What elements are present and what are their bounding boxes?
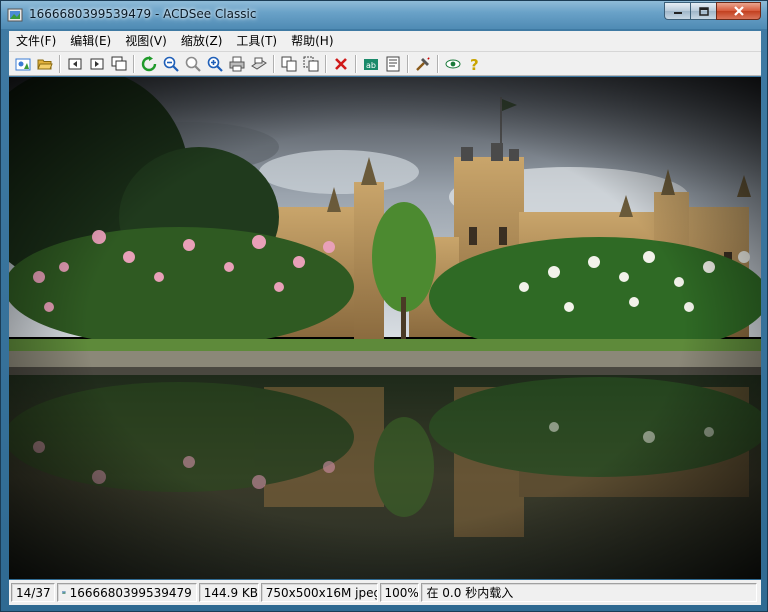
status-load-time: 在 0.0 秒内载入	[421, 583, 757, 602]
close-button[interactable]	[716, 2, 761, 20]
status-position: 14/37	[11, 583, 55, 602]
minimize-button[interactable]	[664, 2, 690, 20]
toolbar-separator	[437, 54, 439, 73]
toolbar-separator	[133, 54, 135, 73]
tools-icon	[416, 56, 430, 71]
rename-icon: ab	[364, 58, 378, 70]
maximize-button[interactable]	[690, 2, 716, 20]
minimize-icon	[673, 12, 682, 14]
zoom-out-icon	[163, 56, 179, 72]
menu-file[interactable]: 文件(F)	[9, 31, 63, 51]
svg-text:?: ?	[470, 56, 479, 72]
zoom-in-button[interactable]	[204, 53, 226, 75]
tools-button[interactable]	[412, 53, 434, 75]
move-icon	[303, 56, 319, 71]
photo-castle-garden	[9, 77, 761, 579]
previous-image-button[interactable]	[64, 53, 86, 75]
view-icon	[445, 59, 461, 68]
close-icon	[733, 6, 744, 16]
next-image-icon	[90, 58, 104, 69]
scan-icon	[251, 57, 267, 70]
format-text: 750x500x16M jpeg	[265, 585, 378, 600]
rename-button[interactable]: ab	[360, 53, 382, 75]
status-bar: 14/37 1666680399539479 144.9 KB 750x500x…	[9, 580, 761, 605]
properties-icon	[386, 56, 400, 71]
status-filename: 1666680399539479	[56, 583, 197, 602]
zoom-in-icon	[207, 56, 223, 72]
toolbar-separator	[273, 54, 275, 73]
window-title: 1666680399539479 - ACDSee Classic	[29, 7, 257, 21]
next-image-button[interactable]	[86, 53, 108, 75]
toolbar-separator	[407, 54, 409, 73]
open-folder-button[interactable]	[34, 53, 56, 75]
open-folder-icon	[37, 59, 53, 69]
zoom-reset-button[interactable]	[182, 53, 204, 75]
toolbar-separator	[325, 54, 327, 73]
acdsee-app-icon	[7, 8, 23, 22]
copy-button[interactable]	[278, 53, 300, 75]
image-viewport[interactable]	[9, 77, 761, 579]
status-format: 750x500x16M jpeg	[260, 583, 378, 602]
move-button[interactable]	[300, 53, 322, 75]
menu-help[interactable]: 帮助(H)	[284, 31, 340, 51]
print-icon	[229, 56, 245, 71]
load-time-text: 在 0.0 秒内载入	[426, 586, 514, 600]
filesize-text: 144.9 KB	[203, 585, 259, 600]
toolbar-separator	[59, 54, 61, 73]
copy-icon	[281, 56, 297, 71]
menu-tools[interactable]: 工具(T)	[229, 31, 284, 51]
zoom-out-button[interactable]	[160, 53, 182, 75]
properties-button[interactable]	[382, 53, 404, 75]
fullscreen-icon	[111, 56, 127, 70]
previous-image-icon	[68, 58, 82, 69]
fullscreen-button[interactable]	[108, 53, 130, 75]
print-button[interactable]	[226, 53, 248, 75]
svg-text:ab: ab	[366, 61, 376, 70]
toolbar: ab?	[9, 52, 761, 76]
delete-button[interactable]	[330, 53, 352, 75]
window-controls	[664, 2, 761, 20]
toolbar-separator	[355, 54, 357, 73]
browse-button[interactable]	[12, 53, 34, 75]
zoom-text: 100%	[384, 585, 419, 600]
help-icon: ?	[470, 56, 479, 72]
filename-text: 1666680399539479	[69, 585, 192, 600]
delete-icon	[335, 57, 347, 70]
browse-icon	[15, 58, 31, 70]
menu-zoom[interactable]: 缩放(Z)	[174, 31, 230, 51]
menu-view[interactable]: 视图(V)	[118, 31, 174, 51]
maximize-icon	[698, 6, 709, 16]
menu-bar: 文件(F) 编辑(E) 视图(V) 缩放(Z) 工具(T) 帮助(H)	[9, 31, 761, 52]
help-button[interactable]: ?	[464, 53, 486, 75]
zoom-reset-icon	[185, 56, 201, 72]
status-filesize: 144.9 KB	[198, 583, 259, 602]
rotate-icon	[141, 55, 157, 71]
view-button[interactable]	[442, 53, 464, 75]
status-zoom: 100%	[379, 583, 420, 602]
title-bar[interactable]: 1666680399539479 - ACDSee Classic	[1, 1, 767, 29]
scan-button[interactable]	[248, 53, 270, 75]
image-file-icon	[61, 591, 66, 594]
app-window: 1666680399539479 - ACDSee Classic 文件(F) …	[0, 0, 768, 612]
menu-edit[interactable]: 编辑(E)	[63, 31, 118, 51]
image-position-text: 14/37	[16, 585, 51, 600]
rotate-button[interactable]	[138, 53, 160, 75]
